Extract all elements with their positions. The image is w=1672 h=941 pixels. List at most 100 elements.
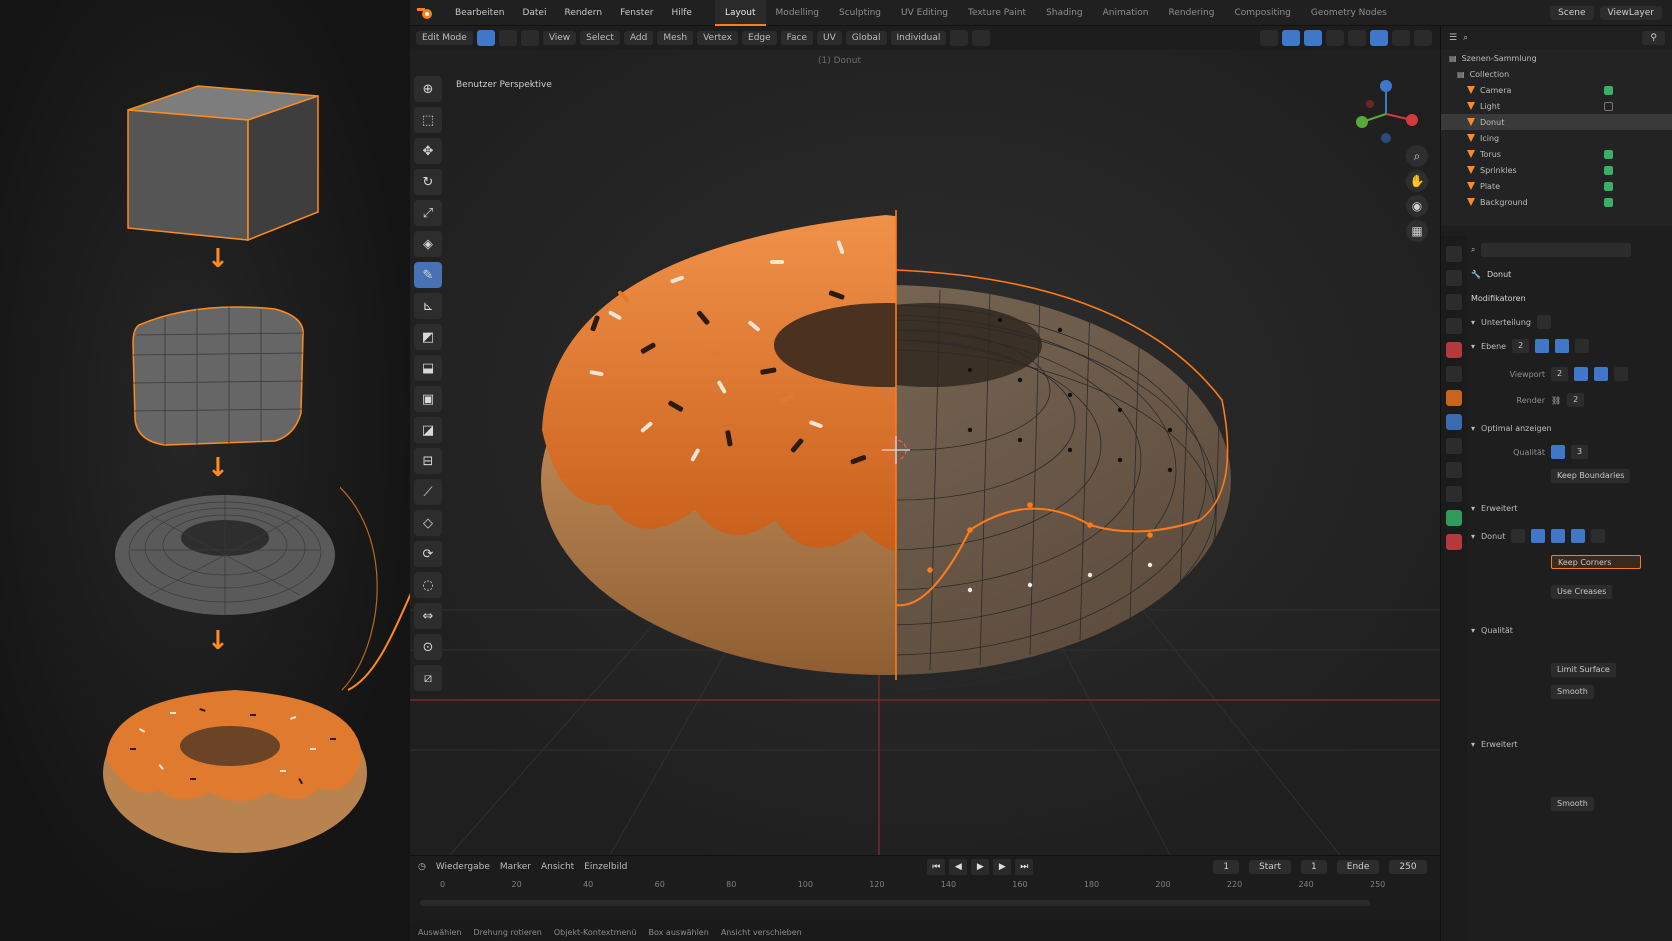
face-select-icon[interactable] [520,30,539,46]
menu-edge[interactable]: Edge [742,31,777,45]
outliner-item[interactable]: Sprinkles [1441,162,1672,178]
overlay-toggle-icon[interactable] [1304,30,1322,46]
vertex-select-icon[interactable] [476,30,495,46]
uv-smooth-field[interactable]: Keep Boundaries [1551,469,1631,483]
timeline-scrubber[interactable] [420,900,1370,906]
physics-props-icon[interactable] [1446,462,1462,478]
chevron-down-icon[interactable]: ▾ [1471,424,1475,433]
measure-tool[interactable]: ⊾ [414,293,442,319]
tab-shading[interactable]: Shading [1036,0,1093,26]
render-props-icon[interactable] [1446,270,1462,286]
inset-tool[interactable]: ▣ [414,386,442,412]
view-layer-props-icon[interactable] [1446,318,1462,334]
limit-surface-field[interactable]: Limit Surface [1551,663,1616,677]
menu-uv[interactable]: UV [817,31,842,45]
outliner-icon[interactable]: ☰ [1449,33,1457,43]
chevron-down-icon[interactable]: ▾ [1471,318,1475,327]
shrink-tool[interactable]: ⊙ [414,634,442,660]
rendered-shading-icon[interactable] [1414,30,1432,46]
current-frame-field[interactable]: 1 [1213,860,1240,874]
menu-select[interactable]: Select [580,31,620,45]
scale-tool[interactable]: ⤢ [414,200,442,226]
output-props-icon[interactable] [1446,294,1462,310]
levels-field[interactable]: 2 [1512,339,1530,353]
chevron-down-icon[interactable]: ▾ [1471,532,1475,541]
menu-item[interactable]: Bearbeiten [446,8,513,18]
outliner-scene-collection[interactable]: ▤ Szenen-Sammlung [1441,50,1672,66]
blender-logo-icon[interactable] [416,6,436,20]
menu-item[interactable]: Rendern [555,8,611,18]
end-frame-field[interactable]: 250 [1389,860,1427,874]
edge-slide-tool[interactable]: ⇔ [414,603,442,629]
play-icon[interactable]: ▶ [971,859,990,875]
checkbox[interactable] [1551,445,1565,459]
jump-start-icon[interactable]: ⏮ [927,859,946,875]
quality-field[interactable]: 3 [1571,445,1589,459]
tab-layout[interactable]: Layout [714,0,766,26]
menu-mesh[interactable]: Mesh [657,31,694,45]
render-levels-field[interactable]: 2 [1567,393,1585,407]
timeline-menu-playback[interactable]: Wiedergabe [436,862,490,872]
gizmo-toggle-icon[interactable] [1282,30,1300,46]
timeline-menu-view[interactable]: Ansicht [541,862,574,872]
chevron-down-icon[interactable]: ▾ [1471,626,1475,635]
camera-view-icon[interactable]: ◉ [1406,195,1428,217]
step-back-icon[interactable]: ◀ [949,859,968,875]
timeline-menu-marker[interactable]: Marker [500,862,531,872]
tab-sculpting[interactable]: Sculpting [829,0,891,26]
knife-tool[interactable]: ⟋ [414,479,442,505]
zoom-icon[interactable]: ⌕ [1406,145,1428,167]
outliner-item[interactable]: Icing [1441,130,1672,146]
add-cube-tool[interactable]: ◩ [414,324,442,350]
menu-add[interactable]: Add [623,31,654,45]
transform-orientation-selector[interactable]: Global [845,31,887,45]
transform-tool[interactable]: ◈ [414,231,442,257]
visibility-icon[interactable] [1260,30,1278,46]
toggle-icon[interactable] [1571,529,1586,543]
outliner-item[interactable]: Light [1441,98,1672,114]
edge-select-icon[interactable] [498,30,517,46]
section-header[interactable]: Qualität [1481,626,1513,635]
outliner-item[interactable]: Camera [1441,82,1672,98]
menu-item[interactable]: Datei [513,8,555,18]
constraints-props-icon[interactable] [1446,486,1462,502]
chevron-down-icon[interactable]: ▾ [1471,740,1475,749]
viewport-levels-field[interactable]: 2 [1551,367,1569,381]
xray-toggle-icon[interactable] [1326,30,1344,46]
annotate-tool[interactable]: ✎ [414,262,442,288]
chevron-down-icon[interactable]: ▾ [1471,342,1475,351]
view-layer-selector[interactable]: ViewLayer [1599,5,1662,20]
shear-tool[interactable]: ⧄ [414,665,442,691]
toggle-icon[interactable] [1591,529,1606,543]
menu-view[interactable]: View [542,31,577,45]
tab-animation[interactable]: Animation [1093,0,1159,26]
menu-face[interactable]: Face [780,31,814,45]
tab-rendering[interactable]: Rendering [1159,0,1225,26]
advanced-field[interactable]: Smooth [1551,797,1594,811]
bevel-tool[interactable]: ◪ [414,417,442,443]
clock-icon[interactable]: ◷ [418,862,426,872]
section-header[interactable]: Modifikatoren [1471,294,1526,303]
tab-compositing[interactable]: Compositing [1224,0,1300,26]
modifier-props-icon[interactable] [1446,414,1462,430]
edit-mode-toggle-icon[interactable] [1535,339,1550,353]
pivot-selector[interactable]: Individual [890,31,947,45]
cursor-tool[interactable]: ⊕ [414,76,442,102]
proportional-edit-icon[interactable] [972,30,991,46]
toggle-icon[interactable] [1551,529,1566,543]
grid-view-icon[interactable]: ▦ [1406,220,1428,242]
viewport-toggle-icon[interactable] [1555,339,1570,353]
solid-shading-icon[interactable] [1370,30,1388,46]
toggle-icon[interactable] [1574,367,1589,381]
object-props-icon[interactable] [1446,390,1462,406]
tool-props-icon[interactable] [1446,246,1462,262]
outliner-collection[interactable]: ▤ Collection [1441,66,1672,82]
render-toggle-icon[interactable] [1575,339,1590,353]
add-modifier-icon[interactable] [1537,315,1552,329]
section-header[interactable]: Optimal anzeigen [1481,424,1552,433]
search-icon[interactable]: ⌕ [1471,245,1475,255]
toggle-icon[interactable] [1594,367,1609,381]
world-props-icon[interactable] [1446,366,1462,382]
tab-modelling[interactable]: Modelling [766,0,829,26]
properties-search[interactable] [1481,243,1632,257]
